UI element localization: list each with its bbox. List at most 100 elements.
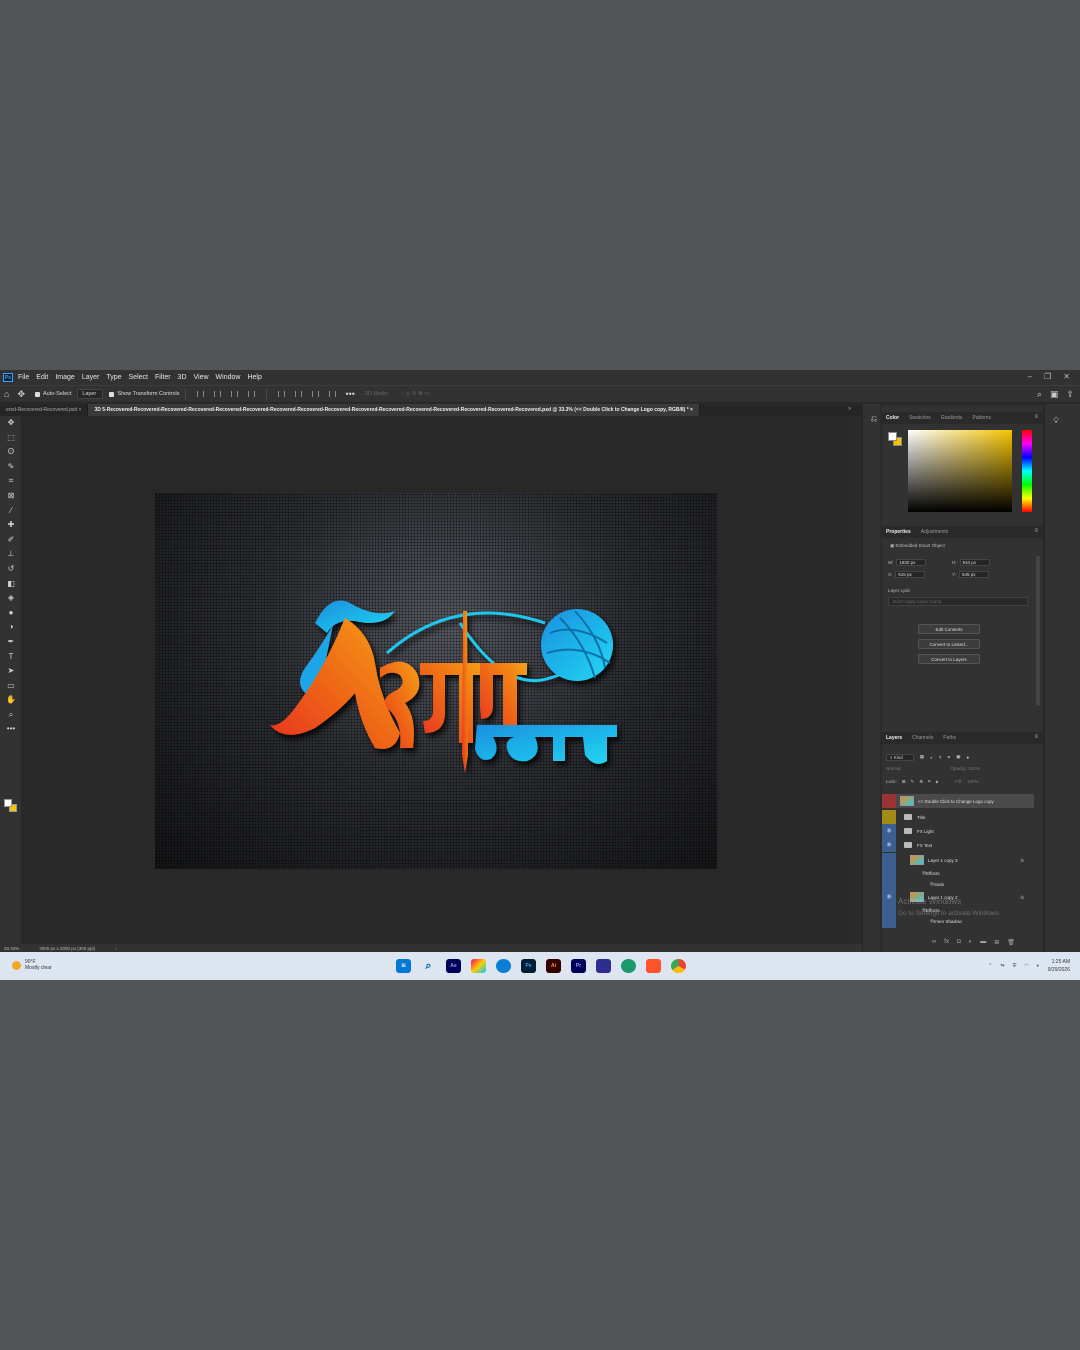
premiere-icon[interactable]: Pr (571, 959, 586, 973)
new-layer-icon[interactable]: ⊞ (994, 939, 999, 946)
y-field[interactable]: 545 px (959, 571, 990, 578)
eyedropper-tool-icon[interactable]: ⁄ (0, 504, 22, 519)
visibility-toggle[interactable] (882, 853, 896, 867)
convert-to-layers-button[interactable]: Convert to Layers (918, 654, 980, 664)
more-options-icon[interactable]: ••• (345, 389, 354, 399)
color-panel-foreground[interactable] (888, 432, 897, 441)
start-icon[interactable]: ⊞ (396, 959, 411, 973)
media-encoder-icon[interactable] (596, 959, 611, 973)
marquee-tool-icon[interactable]: ⬚ (0, 431, 22, 446)
visibility-toggle[interactable] (882, 810, 896, 824)
menu-layer[interactable]: Layer (82, 374, 100, 381)
layer-filter-kind-dropdown[interactable]: ⌕ Kind (886, 753, 914, 761)
x-field[interactable]: 615 px (895, 571, 926, 578)
distribute-icon[interactable] (248, 391, 256, 397)
tab-adjustments[interactable]: Adjustments (921, 529, 949, 535)
lock-paint-icon[interactable]: ✎ (911, 779, 915, 785)
edit-contents-button[interactable]: Edit Contents (918, 624, 980, 634)
move-tool-icon[interactable]: ✥ (0, 416, 22, 431)
after-effects-icon[interactable]: Ae (446, 959, 461, 973)
weather-widget[interactable]: 90°F Mostly clear (12, 959, 52, 971)
copilot-icon[interactable] (471, 959, 486, 973)
minimize-button[interactable]: – (1028, 372, 1032, 381)
quick-select-tool-icon[interactable]: ✎ (0, 460, 22, 475)
lasso-tool-icon[interactable]: ʘ (0, 445, 22, 460)
height-field[interactable]: 910 px (959, 559, 990, 566)
layer-row[interactable]: Title (882, 810, 1034, 824)
pen-tool-icon[interactable]: ✒ (0, 635, 22, 650)
lock-artboard-icon[interactable]: ⌗ (928, 779, 931, 785)
fx-icon[interactable]: fx (1020, 895, 1024, 900)
tab-paths[interactable]: Paths (943, 735, 956, 741)
tab-close-icon[interactable]: × (79, 407, 82, 413)
close-window-button[interactable]: ✕ (1063, 372, 1070, 381)
shape-tool-icon[interactable]: ▭ (0, 679, 22, 694)
menu-select[interactable]: Select (129, 374, 148, 381)
menu-view[interactable]: View (194, 374, 209, 381)
tab-swatches[interactable]: Swatches (909, 415, 931, 421)
color-picker-field[interactable] (908, 430, 1012, 512)
zoom-level[interactable]: 33.33% (4, 946, 19, 951)
history-brush-icon[interactable]: ↺ (0, 562, 22, 577)
layer-row[interactable]: ◉ FX Light (882, 824, 1034, 838)
brush-tool-icon[interactable]: ✐ (0, 533, 22, 548)
type-tool-icon[interactable]: T (0, 650, 22, 665)
menu-help[interactable]: Help (247, 374, 261, 381)
search-icon[interactable]: ⌕ (421, 959, 436, 973)
blend-mode-dropdown[interactable]: Normal (886, 766, 901, 771)
tab-patterns[interactable]: Patterns (972, 415, 991, 421)
tab-document-2[interactable]: 3D 5-Recovered-Recovered-Recovered-Recov… (88, 404, 700, 416)
menu-filter[interactable]: Filter (155, 374, 171, 381)
tab-channels[interactable]: Channels (912, 735, 933, 741)
fx-icon[interactable]: fx (1020, 858, 1024, 863)
document-canvas[interactable] (155, 493, 717, 869)
properties-scrollbar[interactable] (1036, 556, 1040, 706)
chrome-icon[interactable] (671, 959, 686, 973)
convert-to-linked-button[interactable]: Convert to Linked... (918, 639, 980, 649)
menu-3d[interactable]: 3D (178, 374, 187, 381)
layer-effect-row[interactable]: ◎ Satin (882, 877, 1034, 891)
tab-color[interactable]: Color (886, 415, 899, 421)
visibility-toggle[interactable] (882, 794, 896, 808)
wifi-icon[interactable]: ◠ (1024, 963, 1028, 969)
filter-shape-icon[interactable]: ⌗ (948, 755, 951, 760)
chevron-up-icon[interactable]: ⌃ (988, 963, 992, 969)
network-icon[interactable]: ⇋ (1000, 963, 1004, 969)
fill-field[interactable]: 100% (967, 779, 979, 785)
filter-type-icon[interactable]: T (939, 755, 942, 760)
panel-menu-icon[interactable]: ≡ (1034, 414, 1038, 420)
collapse-panels-icon[interactable]: » (848, 406, 851, 412)
frame-tool-icon[interactable]: ⊠ (0, 489, 22, 504)
auto-select-target-dropdown[interactable]: Layer (77, 389, 104, 399)
restore-button[interactable]: ❐ (1044, 372, 1051, 381)
tab-document-1[interactable]: ered-Recovered-Recovered.psd × (0, 404, 89, 416)
canvas-area[interactable] (23, 417, 849, 944)
blur-tool-icon[interactable]: ● (0, 606, 22, 621)
move-tool-preset-icon[interactable]: ✥ (17, 389, 25, 400)
tab-gradients[interactable]: Gradients (941, 415, 963, 421)
add-style-icon[interactable]: fx (944, 939, 949, 946)
home-icon[interactable]: ⌂ (4, 389, 9, 399)
opacity-field[interactable]: 100% (968, 766, 980, 771)
healing-tool-icon[interactable]: ✚ (0, 518, 22, 533)
crop-tool-icon[interactable]: ⌗ (0, 474, 22, 489)
eye-icon[interactable]: ◉ (882, 838, 896, 852)
workspace-icon[interactable]: ▣ (1050, 389, 1059, 400)
layer-comp-dropdown[interactable]: Don't Apply Layer Comp (888, 597, 1028, 606)
distribute-vertical-icon[interactable] (329, 391, 337, 397)
show-transform-checkbox[interactable]: Show Transform Controls (109, 391, 179, 397)
illustrator-icon[interactable]: Ai (546, 959, 561, 973)
align-left-icon[interactable] (197, 391, 205, 397)
edge-icon[interactable] (496, 959, 511, 973)
eye-icon[interactable]: ◉ (882, 824, 896, 838)
adjustment-layer-icon[interactable]: ◐ (969, 939, 973, 946)
status-arrow-icon[interactable]: › (115, 946, 117, 951)
panel-menu-icon[interactable]: ≡ (1034, 528, 1038, 534)
filter-adjustment-icon[interactable]: ◐ (930, 755, 933, 760)
panel-menu-icon[interactable]: ≡ (1034, 734, 1038, 740)
filter-pixel-icon[interactable]: ▦ (920, 754, 924, 760)
link-layers-icon[interactable]: ∞ (932, 939, 936, 946)
width-field[interactable]: 1830 px (896, 559, 927, 566)
stamp-tool-icon[interactable]: ⊥ (0, 547, 22, 562)
align-right-icon[interactable] (231, 391, 239, 397)
